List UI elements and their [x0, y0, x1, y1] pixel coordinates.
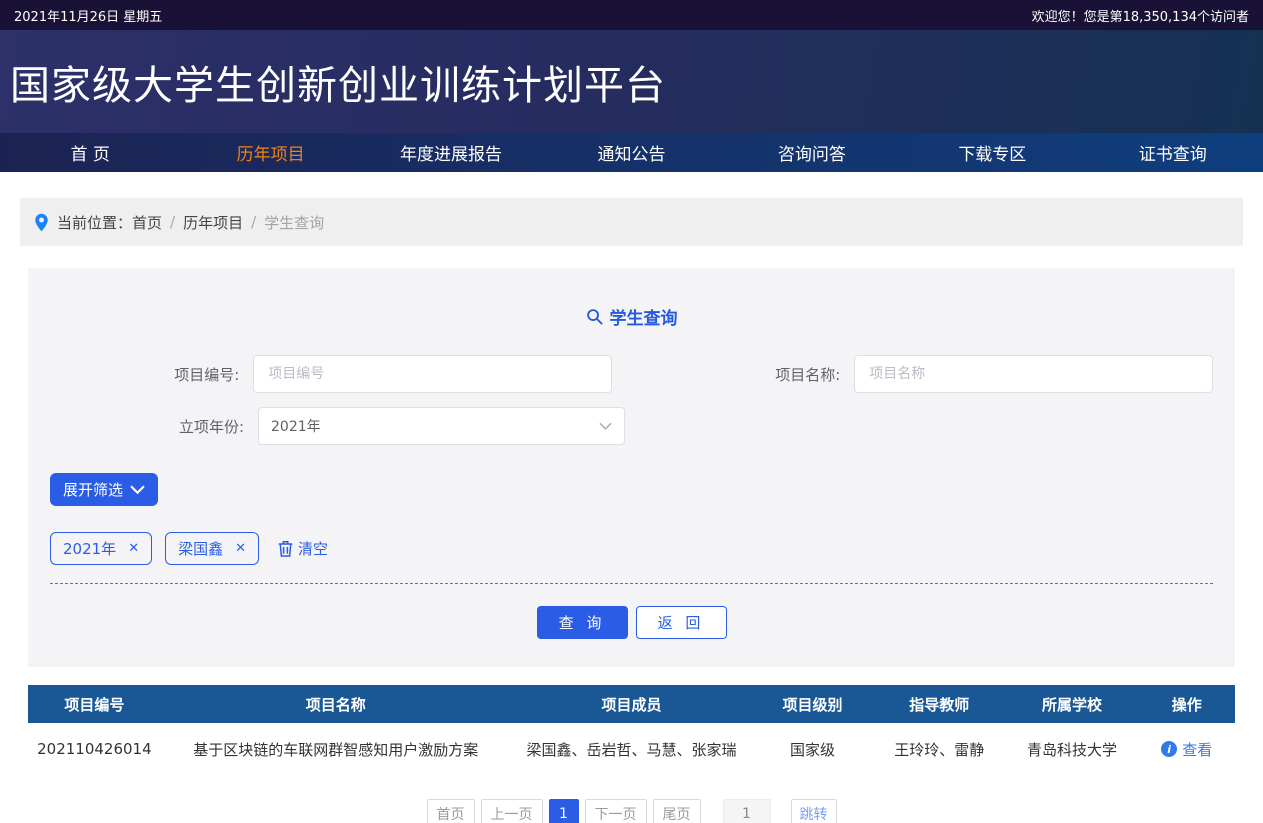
col-members: 项目成员: [511, 685, 752, 723]
project-name-label: 项目名称:: [612, 364, 854, 385]
col-school: 所属学校: [1006, 685, 1139, 723]
breadcrumb-separator: /: [251, 213, 256, 231]
form-row-2: 立项年份: 2021年: [50, 407, 1213, 445]
info-icon: i: [1161, 741, 1177, 757]
col-project-code: 项目编号: [28, 685, 161, 723]
location-pin-icon: [34, 213, 49, 232]
site-title: 国家级大学生创新创业训练计划平台: [10, 53, 666, 111]
view-link-label: 查看: [1182, 739, 1212, 760]
current-date: 2021年11月26日 星期五: [14, 6, 162, 25]
filter-tag-student: 梁国鑫 ✕: [165, 532, 259, 565]
page-jump-button[interactable]: 跳转: [791, 799, 837, 823]
page-first-button[interactable]: 首页: [427, 799, 475, 823]
pagination: 首页 上一页 1 下一页 尾页 跳转: [0, 799, 1263, 823]
results-table: 项目编号 项目名称 项目成员 项目级别 指导教师 所属学校 操作 2021104…: [28, 685, 1235, 775]
top-status-bar: 2021年11月26日 星期五 欢迎您！您是第18,350,134个访问者: [0, 0, 1263, 30]
expand-filters-label: 展开筛选: [63, 479, 123, 500]
panel-title-text: 学生查询: [610, 304, 678, 329]
visitor-counter: 欢迎您！您是第18,350,134个访问者: [1032, 6, 1249, 25]
cell-project-name: 基于区块链的车联网群智感知用户激励方案: [161, 723, 511, 775]
breadcrumb-past-projects[interactable]: 历年项目: [183, 212, 243, 233]
cell-teachers: 王玲玲、雷静: [873, 723, 1006, 775]
col-level: 项目级别: [752, 685, 873, 723]
table-row: 202110426014 基于区块链的车联网群智感知用户激励方案 梁国鑫、岳岩哲…: [28, 723, 1235, 775]
form-row-1: 项目编号: 项目名称:: [50, 355, 1213, 393]
nav-item-past-projects[interactable]: 历年项目: [180, 133, 360, 172]
query-button[interactable]: 查 询: [537, 606, 628, 639]
breadcrumb-home[interactable]: 首页: [132, 212, 162, 233]
cell-school: 青岛科技大学: [1006, 723, 1139, 775]
breadcrumb-current: 学生查询: [264, 212, 324, 233]
project-code-label: 项目编号:: [50, 364, 253, 385]
col-actions: 操作: [1138, 685, 1235, 723]
project-name-input[interactable]: [854, 355, 1213, 393]
cell-project-code: 202110426014: [28, 723, 161, 775]
page-prev-button[interactable]: 上一页: [481, 799, 543, 823]
filter-tag-year: 2021年 ✕: [50, 532, 152, 565]
page-jump-input[interactable]: [723, 799, 771, 823]
back-button[interactable]: 返 回: [636, 606, 727, 639]
panel-title: 学生查询: [50, 304, 1213, 329]
nav-item-notices[interactable]: 通知公告: [541, 133, 721, 172]
page-last-button[interactable]: 尾页: [653, 799, 701, 823]
remove-filter-icon[interactable]: ✕: [128, 541, 139, 556]
remove-filter-icon[interactable]: ✕: [235, 541, 246, 556]
breadcrumb: 当前位置： 首页 / 历年项目 / 学生查询: [20, 198, 1243, 246]
chevron-down-icon: [599, 422, 612, 430]
active-filters-row: 2021年 ✕ 梁国鑫 ✕ 清空: [50, 532, 1213, 565]
col-project-name: 项目名称: [161, 685, 511, 723]
cell-actions: i 查看: [1138, 723, 1235, 775]
clear-filters-label: 清空: [298, 538, 328, 559]
filter-tag-label: 2021年: [63, 538, 116, 559]
project-code-input[interactable]: [253, 355, 612, 393]
breadcrumb-separator: /: [170, 213, 175, 231]
dashed-divider: [50, 583, 1213, 584]
page-current[interactable]: 1: [549, 799, 579, 823]
main-nav: 首 页 历年项目 年度进展报告 通知公告 咨询问答 下载专区 证书查询: [0, 133, 1263, 172]
nav-item-certificate[interactable]: 证书查询: [1083, 133, 1263, 172]
page-next-button[interactable]: 下一页: [585, 799, 647, 823]
nav-item-annual-report[interactable]: 年度进展报告: [361, 133, 541, 172]
site-banner: 国家级大学生创新创业训练计划平台: [0, 30, 1263, 133]
expand-filters-button[interactable]: 展开筛选: [50, 473, 158, 506]
nav-item-qa[interactable]: 咨询问答: [722, 133, 902, 172]
filter-tag-label: 梁国鑫: [178, 538, 223, 559]
view-link[interactable]: i 查看: [1161, 739, 1212, 760]
nav-item-downloads[interactable]: 下载专区: [902, 133, 1082, 172]
trash-icon: [278, 540, 293, 557]
col-teachers: 指导教师: [873, 685, 1006, 723]
search-icon: [586, 308, 603, 325]
year-select[interactable]: 2021年: [258, 407, 625, 445]
chevron-down-icon: [130, 485, 145, 494]
cell-level: 国家级: [752, 723, 873, 775]
action-buttons: 查 询 返 回: [50, 606, 1213, 639]
breadcrumb-prefix: 当前位置：: [57, 212, 132, 233]
year-label: 立项年份:: [50, 416, 258, 437]
clear-filters-button[interactable]: 清空: [278, 538, 328, 559]
year-select-value: 2021年: [271, 416, 321, 436]
student-search-panel: 学生查询 项目编号: 项目名称: 立项年份: 2021年 展开筛选 2021年 …: [28, 268, 1235, 667]
table-header-row: 项目编号 项目名称 项目成员 项目级别 指导教师 所属学校 操作: [28, 685, 1235, 723]
nav-item-home[interactable]: 首 页: [0, 133, 180, 172]
cell-members: 梁国鑫、岳岩哲、马慧、张家瑞: [511, 723, 752, 775]
